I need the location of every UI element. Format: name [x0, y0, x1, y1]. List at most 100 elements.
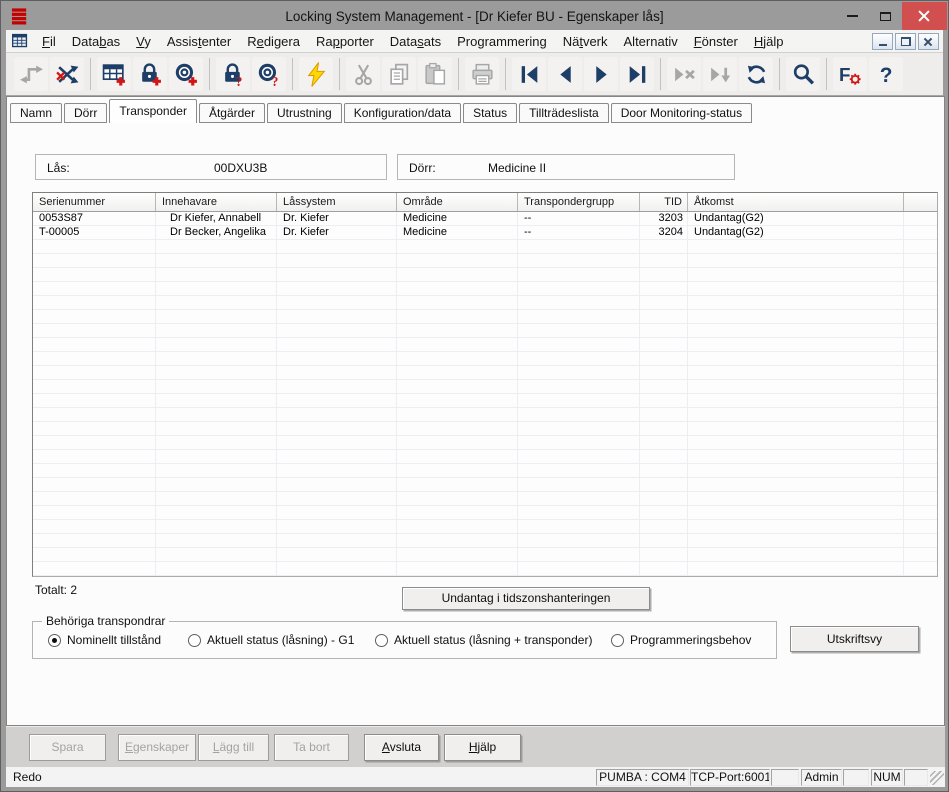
column-header-filler [904, 193, 937, 211]
toolbar-read-lock-button[interactable]: ? [216, 57, 250, 91]
column-header-transpondergrupp[interactable]: Transpondergrupp [518, 193, 640, 211]
lock-field: Lås: 00DXU3B [35, 154, 387, 180]
tab-namn[interactable]: Namn [10, 103, 62, 123]
toolbar-disconnect-button[interactable] [50, 57, 84, 91]
radio-aktuell-status-l-sning-transponder[interactable]: Aktuell status (låsning + transponder) [375, 633, 592, 647]
menu-assistenter[interactable]: Assistenter [159, 31, 239, 52]
resize-grip[interactable] [930, 771, 944, 785]
previous-record-icon [553, 62, 578, 87]
toolbar-new-transponder-button[interactable] [169, 57, 203, 91]
radio-label: Aktuell status (låsning) - G1 [207, 633, 354, 647]
table-row[interactable]: 0053S87Dr Kiefer, AnnabellDr. KieferMedi… [33, 212, 937, 226]
toolbar-separator [292, 58, 293, 90]
radio-label: Aktuell status (låsning + transponder) [394, 633, 592, 647]
toolbar-previous-record-button[interactable] [548, 57, 582, 91]
menu-f-nster[interactable]: Fönster [686, 31, 746, 52]
status-panel-empty [771, 769, 799, 786]
menu-programmering[interactable]: Programmering [449, 31, 555, 52]
table-gridline [155, 212, 156, 576]
column-header-serienummer[interactable]: Serienummer [33, 193, 156, 211]
read-lock-icon: ? [221, 62, 246, 87]
refresh-icon [744, 62, 769, 87]
toolbar-last-record-button[interactable] [620, 57, 654, 91]
tab-status[interactable]: Status [463, 103, 517, 123]
menu-hj-lp[interactable]: Hjälp [746, 31, 792, 52]
column-header-tkomst[interactable]: Åtkomst [688, 193, 904, 211]
tab-tilltr-deslista[interactable]: Tillträdeslista [519, 103, 609, 123]
toolbar-copy-button [382, 57, 416, 91]
toolbar-read-transponder-button[interactable]: ? [252, 57, 286, 91]
table-cell: -- [518, 226, 640, 240]
hj-lp-button[interactable]: Hjälp [444, 734, 521, 761]
status-panel-num: NUM [871, 769, 903, 786]
status-panel-tcp-port-6001: TCP-Port:6001 [690, 769, 770, 786]
transponder-table: SerienummerInnehavareLåssystemOmrådeTran… [32, 192, 938, 577]
mdi-document-icon[interactable] [11, 33, 29, 49]
avsluta-button[interactable]: Avsluta [364, 734, 439, 761]
door-field-label: Dörr: [409, 161, 436, 175]
toolbar-new-lock-button[interactable] [133, 57, 167, 91]
toolbar-refresh-button[interactable] [739, 57, 773, 91]
toolbar-program-button[interactable] [299, 57, 333, 91]
table-cell: -- [518, 212, 640, 226]
tab-utrustning[interactable]: Utrustning [267, 103, 342, 123]
column-header-omr-de[interactable]: Område [397, 193, 518, 211]
print-view-button[interactable]: Utskriftsvy [790, 626, 919, 652]
column-header-tid[interactable]: TID [640, 193, 688, 211]
toolbar: ??F? [6, 53, 943, 96]
toolbar-print-button [465, 57, 499, 91]
status-panel-empty [843, 769, 869, 786]
menu-databas[interactable]: Databas [64, 31, 128, 52]
radio-programmeringsbehov[interactable]: Programmeringsbehov [611, 633, 751, 647]
toolbar-cut-button [346, 57, 380, 91]
close-button[interactable] [902, 2, 947, 30]
maximize-icon [880, 12, 891, 21]
menu-vy[interactable]: Vy [128, 31, 159, 52]
cancel-icon [672, 62, 697, 87]
table-cell: Undantag(G2) [688, 212, 904, 226]
toolbar-search-button[interactable] [786, 57, 820, 91]
minimize-button[interactable] [836, 2, 869, 30]
radio-nominellt-tillst-nd[interactable]: Nominellt tillstånd [48, 633, 161, 647]
mdi-restore-button[interactable] [895, 33, 916, 50]
tab-door-monitoring-status[interactable]: Door Monitoring-status [611, 103, 752, 123]
minimize-icon [847, 15, 858, 17]
table-gridline [687, 212, 688, 576]
radio-circle-icon [48, 634, 61, 647]
menu-rapporter[interactable]: Rapporter [308, 31, 382, 52]
door-field-value: Medicine II [488, 161, 546, 175]
menu-datasats[interactable]: Datasats [382, 31, 449, 52]
mdi-close-button[interactable] [918, 33, 939, 50]
tab-transponder[interactable]: Transponder [109, 99, 197, 123]
menu-alternativ[interactable]: Alternativ [616, 31, 686, 52]
menu-n-tverk[interactable]: Nätverk [555, 31, 616, 52]
toolbar-first-record-button[interactable] [512, 57, 546, 91]
table-cell: Medicine [397, 226, 518, 240]
disconnect-icon [55, 62, 80, 87]
next-record-icon [589, 62, 614, 87]
table-gridline [639, 212, 640, 576]
column-header-innehavare[interactable]: Innehavare [156, 193, 277, 211]
print-icon [470, 62, 495, 87]
lock-field-value: 00DXU3B [214, 161, 267, 175]
timezone-exception-button[interactable]: Undantag i tidszonshanteringen [402, 587, 650, 610]
mdi-minimize-button[interactable] [872, 33, 893, 50]
tab-konfiguration-data[interactable]: Konfiguration/data [344, 103, 461, 123]
table-row[interactable]: T-00005Dr Becker, AngelikaDr. KieferMedi… [33, 226, 937, 240]
column-header-l-ssystem[interactable]: Låssystem [277, 193, 397, 211]
radio-circle-icon [188, 634, 201, 647]
toolbar-help-button[interactable]: ? [869, 57, 903, 91]
menu-redigera[interactable]: Redigera [239, 31, 308, 52]
table-gridline [396, 212, 397, 576]
toolbar-filter-button[interactable]: F [833, 57, 867, 91]
menu-fil[interactable]: Fil [34, 31, 64, 52]
radio-aktuell-status-l-sning-g1[interactable]: Aktuell status (låsning) - G1 [188, 633, 354, 647]
table-cell: Undantag(G2) [688, 226, 904, 240]
maximize-button[interactable] [869, 2, 902, 30]
tab-tg-rder[interactable]: Åtgärder [199, 103, 265, 123]
radio-label: Nominellt tillstånd [67, 633, 161, 647]
toolbar-next-record-button[interactable] [584, 57, 618, 91]
tab-d-rr[interactable]: Dörr [64, 103, 107, 123]
toolbar-new-locking-system-button[interactable] [97, 57, 131, 91]
toolbar-paste-button [418, 57, 452, 91]
